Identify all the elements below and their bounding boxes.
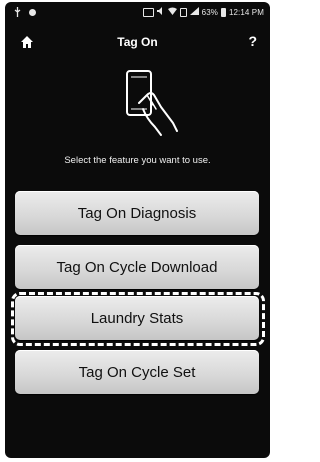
tag-on-cycle-set-button[interactable]: Tag On Cycle Set (15, 350, 259, 394)
tag-on-cycle-download-label: Tag On Cycle Download (56, 258, 218, 276)
status-bar: 63% 12:14 PM (5, 2, 270, 24)
usb-icon (14, 7, 21, 19)
status-time: 12:14 PM (228, 7, 264, 17)
signal-icon (189, 7, 199, 17)
nfc-icon (142, 7, 154, 17)
status-right-icons: 63% 12:14 PM (142, 7, 264, 17)
mute-icon (156, 7, 165, 17)
instruction-text: Select the feature you want to use. (64, 155, 211, 166)
android-icon (28, 8, 37, 19)
tag-on-cycle-set-label: Tag On Cycle Set (78, 363, 196, 381)
laundry-stats-button[interactable]: Laundry Stats (15, 296, 259, 340)
tag-on-diagnosis-label: Tag On Diagnosis (77, 204, 197, 222)
tag-on-phone-hand-icon (117, 69, 179, 141)
help-icon[interactable]: ? (248, 33, 257, 49)
laundry-stats-label: Laundry Stats (90, 309, 184, 327)
sim-icon (179, 7, 187, 17)
tag-on-diagnosis-button[interactable]: Tag On Diagnosis (15, 191, 259, 235)
phone-screen: 63% 12:14 PM Tag On ? Select the feature… (5, 2, 270, 458)
battery-icon (220, 7, 226, 17)
tag-on-cycle-download-button[interactable]: Tag On Cycle Download (15, 245, 259, 289)
battery-percent: 63% (201, 7, 218, 17)
status-left-icons (14, 7, 37, 19)
page-title: Tag On (117, 35, 158, 49)
wifi-icon (167, 7, 177, 17)
title-bar: Tag On ? (5, 28, 270, 56)
